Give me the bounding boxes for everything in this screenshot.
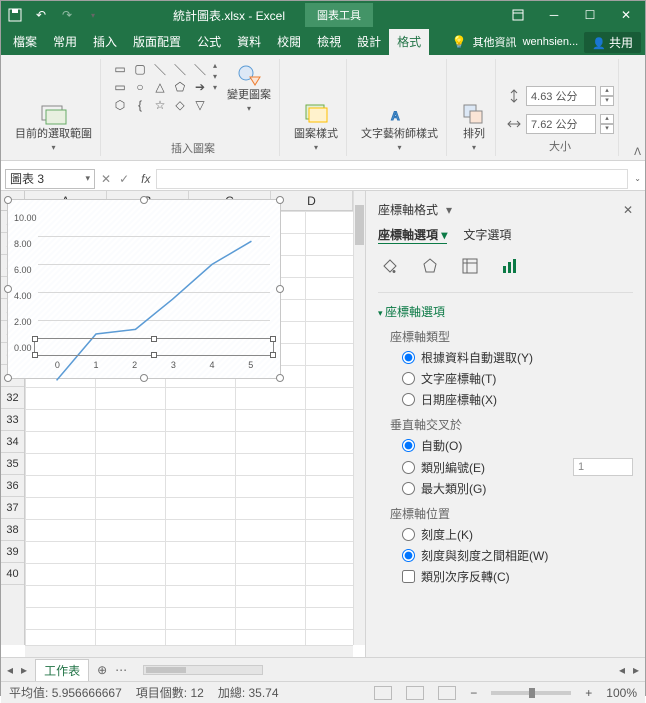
radio-cross-auto[interactable]: 自動(O) [402, 437, 633, 454]
formula-bar[interactable] [156, 169, 628, 189]
minimize-icon[interactable]: ─ [537, 4, 571, 26]
radio-text-axis[interactable]: 文字座標軸(T) [402, 370, 633, 387]
tab-view[interactable]: 檢視 [309, 29, 349, 55]
current-selection-button[interactable]: 目前的選取範圍 ▾ [11, 100, 96, 154]
sheet-tab-bar: ◂ ▸ 工作表 ⊕ ⋯ ◂▸ [1, 657, 645, 681]
redo-icon[interactable]: ↷ [55, 4, 79, 26]
normal-view-icon[interactable] [374, 686, 392, 700]
zoom-level[interactable]: 100% [606, 686, 637, 700]
embedded-chart[interactable]: 10.00 8.00 6.00 4.00 2.00 0.00 012345 [7, 199, 281, 379]
page-break-icon[interactable] [438, 686, 456, 700]
radio-auto-select[interactable]: 根據資料自動選取(Y) [402, 349, 633, 366]
size-props-icon[interactable] [458, 254, 482, 278]
chart-plot-area[interactable] [38, 218, 270, 348]
enter-icon[interactable]: ✓ [119, 172, 129, 186]
tab-prev-icon[interactable]: ◂ [7, 663, 13, 677]
title-bar: ↶ ↷ ▾ 統計圖表.xlsx - Excel 圖表工具 ─ ☐ ✕ [1, 1, 645, 29]
chart-line-series[interactable] [38, 218, 270, 450]
fx-icon[interactable]: fx [141, 172, 150, 186]
expand-formula-icon[interactable]: ⌄ [634, 174, 641, 183]
check-reverse-order[interactable]: 類別次序反轉(C) [402, 568, 633, 585]
radio-date-axis[interactable]: 日期座標軸(X) [402, 391, 633, 408]
axis-options-tab[interactable]: 座標軸選項 ▾ [378, 226, 447, 244]
sheet-tab[interactable]: 工作表 [35, 659, 89, 681]
svg-text:A: A [391, 109, 400, 123]
new-sheet-icon[interactable]: ⊕ [97, 663, 107, 677]
effects-icon[interactable] [418, 254, 442, 278]
fill-icon[interactable] [378, 254, 402, 278]
close-icon[interactable]: ✕ [609, 4, 643, 26]
zoom-in-icon[interactable]: + [585, 686, 592, 700]
axis-options-section[interactable]: 座標軸選項 [378, 303, 633, 320]
tab-formulas[interactable]: 公式 [189, 29, 229, 55]
cancel-icon[interactable]: ✕ [101, 172, 111, 186]
spin-down-icon[interactable]: ▾ [600, 124, 614, 134]
ribbon-tabs: 檔案 常用 插入 版面配置 公式 資料 校閱 檢視 設計 格式 💡 其他資訊 w… [1, 29, 645, 55]
worksheet[interactable]: ABCD 2425262728293031323334353637383940 … [1, 191, 365, 657]
tab-review[interactable]: 校閱 [269, 29, 309, 55]
status-bar: 平均值: 5.956666667 項目個數: 12 加總: 35.74 − + … [1, 681, 645, 703]
spin-down-icon[interactable]: ▾ [600, 96, 614, 106]
text-options-tab[interactable]: 文字選項 [463, 226, 511, 244]
spin-up-icon[interactable]: ▴ [600, 86, 614, 96]
contextual-tab-label: 圖表工具 [305, 3, 373, 27]
qat-dropdown-icon[interactable]: ▾ [81, 4, 105, 26]
window-title: 統計圖表.xlsx - Excel [173, 7, 285, 24]
radio-cross-max[interactable]: 最大類別(G) [402, 480, 633, 497]
name-box[interactable]: 圖表 3▾ [5, 169, 95, 189]
radio-cross-category[interactable]: 類別編號(E) [402, 458, 633, 476]
format-axis-pane: 座標軸格式 ▾ ✕ 座標軸選項 ▾ 文字選項 座標軸選項 座標軸類型 根據資料自… [365, 191, 645, 657]
change-shape-button[interactable]: 變更圖案 ▾ [223, 61, 275, 115]
gallery-up-icon[interactable]: ▴ [213, 61, 217, 70]
radio-between-tick[interactable]: 刻度與刻度之間相距(W) [402, 547, 633, 564]
undo-icon[interactable]: ↶ [29, 4, 53, 26]
arrange-button[interactable]: 排列 ▾ [457, 100, 491, 154]
tab-next-icon[interactable]: ▸ [21, 663, 27, 677]
width-input[interactable] [526, 114, 596, 134]
horizontal-scrollbar[interactable] [25, 645, 353, 657]
tab-insert[interactable]: 插入 [85, 29, 125, 55]
ribbon-options-icon[interactable] [501, 4, 535, 26]
tab-design[interactable]: 設計 [349, 29, 389, 55]
tab-layout[interactable]: 版面配置 [125, 29, 189, 55]
tab-home[interactable]: 常用 [45, 29, 85, 55]
x-axis-labels: 012345 [38, 360, 270, 370]
horizontal-scrollbar-bottom[interactable] [143, 665, 263, 675]
save-icon[interactable] [3, 4, 27, 26]
pane-close-icon[interactable]: ✕ [623, 203, 633, 217]
pane-title: 座標軸格式 [378, 201, 438, 218]
wordart-styles-button[interactable]: A 文字藝術師樣式 ▾ [357, 100, 442, 154]
tab-data[interactable]: 資料 [229, 29, 269, 55]
axis-icon[interactable] [498, 254, 522, 278]
tab-file[interactable]: 檔案 [5, 29, 45, 55]
user-name[interactable]: wenhsien... [523, 36, 579, 48]
ribbon: 目前的選取範圍 ▾ ▭▢＼＼＼ ▭○△⬠➔ ⬡{☆◇▽ ▴ ▾ ▾ 變更圖案 ▾… [1, 55, 645, 161]
width-icon [506, 116, 522, 132]
radio-on-tick[interactable]: 刻度上(K) [402, 526, 633, 543]
tell-me[interactable]: 其他資訊 [473, 34, 517, 50]
page-layout-icon[interactable] [406, 686, 424, 700]
collapse-ribbon-icon[interactable]: ᐱ [634, 147, 641, 158]
gallery-more-icon[interactable]: ▾ [213, 83, 217, 92]
gallery-down-icon[interactable]: ▾ [213, 72, 217, 81]
shape-gallery[interactable]: ▭▢＼＼＼ ▭○△⬠➔ ⬡{☆◇▽ [111, 61, 209, 113]
x-axis-selection[interactable] [34, 338, 274, 356]
tab-format[interactable]: 格式 [389, 29, 429, 55]
spin-up-icon[interactable]: ▴ [600, 114, 614, 124]
share-button[interactable]: 👤 共用 [584, 32, 641, 53]
height-input[interactable] [526, 86, 596, 106]
vertical-scrollbar[interactable] [353, 191, 365, 645]
shape-styles-button[interactable]: 圖案樣式 ▾ [290, 100, 342, 154]
category-number-input[interactable] [573, 458, 633, 476]
maximize-icon[interactable]: ☐ [573, 4, 607, 26]
zoom-out-icon[interactable]: − [470, 686, 477, 700]
height-icon [506, 88, 522, 104]
formula-bar-row: 圖表 3▾ ✕ ✓ fx ⌄ [1, 167, 645, 191]
zoom-slider[interactable] [491, 691, 571, 695]
